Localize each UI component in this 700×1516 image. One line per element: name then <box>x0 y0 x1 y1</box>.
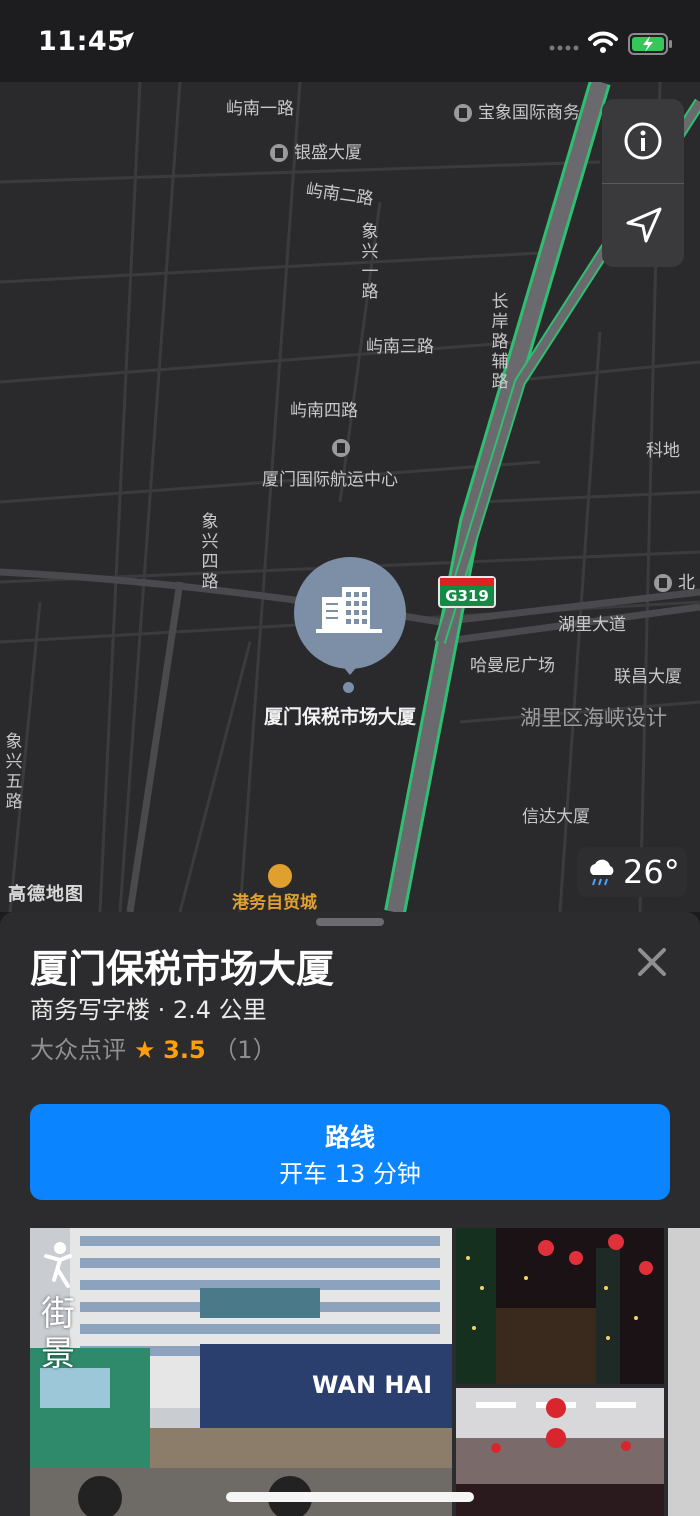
status-bar: 11:45 <box>0 0 700 82</box>
close-button[interactable] <box>632 942 672 982</box>
battery-charging-icon <box>628 33 672 55</box>
highway-shield: G319 <box>438 576 496 608</box>
road-label: 长岸路辅路 <box>491 292 509 392</box>
directions-title: 路线 <box>324 1123 375 1152</box>
shopping-cart-icon <box>268 864 292 888</box>
sheet-grabber[interactable] <box>316 918 384 926</box>
street-photo-image: WAN HAI <box>30 1228 452 1516</box>
building-icon <box>654 574 672 592</box>
building-icon <box>332 439 350 457</box>
area-label: 湖里区海峡设计 <box>520 706 667 730</box>
pin-label: 厦门保税市场大厦 <box>264 706 417 728</box>
cellular-signal-icon <box>549 45 579 51</box>
poi-label: 宝象国际商务 <box>454 98 580 123</box>
rating-row: 大众点评 ★ 3.5 （1） <box>30 1030 277 1065</box>
star-icon: ★ <box>134 1036 156 1064</box>
poi-label: 信达大厦 <box>522 807 590 827</box>
poi-label: 北 <box>654 568 695 593</box>
poi-label: 银盛大厦 <box>270 138 362 163</box>
home-indicator[interactable] <box>226 1492 474 1502</box>
photo-thumbnail[interactable] <box>668 1228 700 1516</box>
road-label: 屿南四路 <box>290 401 358 421</box>
road-label: 湖里大道 <box>558 615 626 635</box>
poi-label: 联昌大厦 <box>614 667 682 687</box>
current-location-button[interactable] <box>624 205 664 245</box>
road-label: 象兴一路 <box>361 222 379 302</box>
road-label: 屿南三路 <box>366 337 434 357</box>
poi-label: 哈曼尼广场 <box>470 656 555 676</box>
rain-cloud-icon <box>590 859 614 886</box>
map-view[interactable]: 屿南一路 银盛大厦 屿南二路 象兴一路 屿南三路 长岸路辅路 屿南四路 厦门国际… <box>0 82 700 912</box>
building-icon <box>270 144 288 162</box>
map-controls <box>602 99 684 267</box>
road-label: 象兴五路 <box>5 732 23 812</box>
temperature: 26° <box>623 853 680 891</box>
map-attribution: 高德地图 <box>8 884 84 905</box>
container-text: WAN HAI <box>312 1371 432 1399</box>
status-time: 11:45 <box>38 26 127 57</box>
place-title: 厦门保税市场大厦 <box>30 947 335 991</box>
place-card: 厦门保税市场大厦 商务写字楼 · 2.4 公里 大众点评 ★ 3.5 （1） 路线… <box>0 912 700 1516</box>
pin-anchor <box>343 682 354 693</box>
location-pin[interactable] <box>294 557 406 669</box>
street-view-photo[interactable]: WAN HAI 街景 <box>30 1228 452 1516</box>
photo-thumbnail[interactable] <box>456 1228 664 1384</box>
poi-label: 科地 <box>646 441 680 461</box>
street-view-label: 街景 <box>41 1294 75 1374</box>
person-walking-icon <box>44 1242 72 1288</box>
rating-score: 3.5 <box>163 1036 206 1064</box>
building-icon <box>454 104 472 122</box>
location-arrow-icon <box>118 32 134 48</box>
photo-thumbnail[interactable] <box>456 1388 664 1516</box>
poi-label: 厦门国际航运中心 <box>262 439 398 490</box>
office-building-icon <box>316 587 382 633</box>
directions-subtitle: 开车 13 分钟 <box>279 1160 421 1188</box>
rating-count: （1） <box>213 1036 277 1064</box>
info-button[interactable] <box>623 121 663 161</box>
pin-tail <box>335 657 365 675</box>
directions-button[interactable]: 路线 开车 13 分钟 <box>30 1104 670 1200</box>
lobby-photo <box>456 1388 664 1516</box>
road-label: 屿南一路 <box>226 99 294 119</box>
place-category-distance: 商务写字楼 · 2.4 公里 <box>30 996 267 1024</box>
wifi-icon <box>588 31 618 53</box>
poi-label: 港务自贸城 <box>232 893 317 912</box>
weather-widget: 26° <box>577 847 687 897</box>
rating-source: 大众点评 <box>30 1036 126 1064</box>
road-label: 象兴四路 <box>201 512 219 592</box>
street-view-badge: 街景 <box>30 1228 86 1388</box>
christmas-lights-photo <box>456 1228 664 1384</box>
